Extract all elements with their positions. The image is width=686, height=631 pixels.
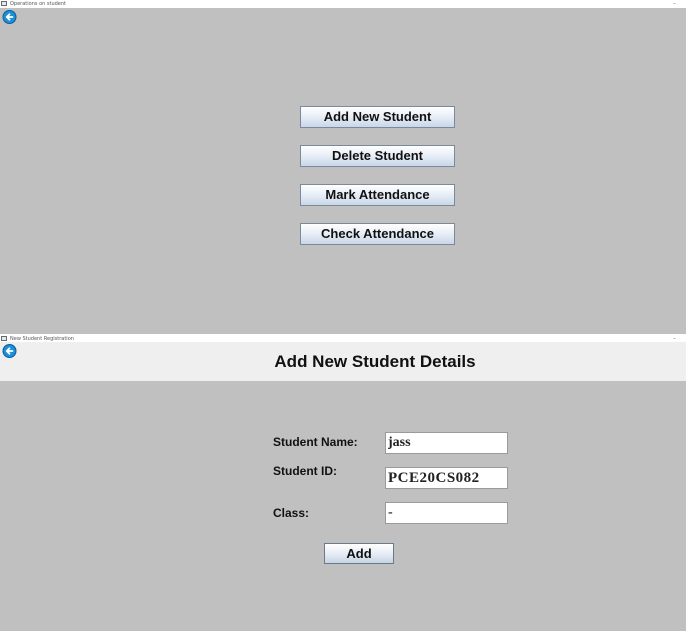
class-input[interactable] (385, 502, 508, 524)
window-icon (1, 336, 7, 341)
check-attendance-button[interactable]: Check Attendance (300, 223, 455, 245)
operations-window-title: Operations on student (10, 1, 67, 7)
add-button[interactable]: Add (324, 543, 394, 564)
student-id-label: Student ID: (273, 464, 337, 478)
delete-student-button[interactable]: Delete Student (300, 145, 455, 167)
back-arrow-icon (2, 10, 17, 24)
add-new-student-button[interactable]: Add New Student (300, 106, 455, 128)
mark-attendance-button[interactable]: Mark Attendance (300, 184, 455, 206)
student-id-input[interactable] (385, 467, 508, 489)
operations-title-bar: Operations on student – (0, 0, 686, 8)
add-student-title-bar: New Student Registration – (0, 336, 686, 342)
add-student-window-title: New Student Registration (10, 336, 74, 342)
student-name-input[interactable] (385, 432, 508, 454)
class-label: Class: (273, 506, 310, 520)
form-heading: Add New Student Details (274, 352, 476, 371)
minimize-button[interactable]: – (673, 336, 676, 342)
operations-window: Operations on student – Add New Student … (0, 0, 686, 334)
minimize-button[interactable]: – (673, 0, 676, 7)
window-icon (1, 1, 7, 6)
student-name-label: Student Name: (273, 435, 358, 449)
add-student-window: New Student Registration – Add New Stude… (0, 336, 686, 631)
back-button[interactable] (2, 10, 17, 24)
